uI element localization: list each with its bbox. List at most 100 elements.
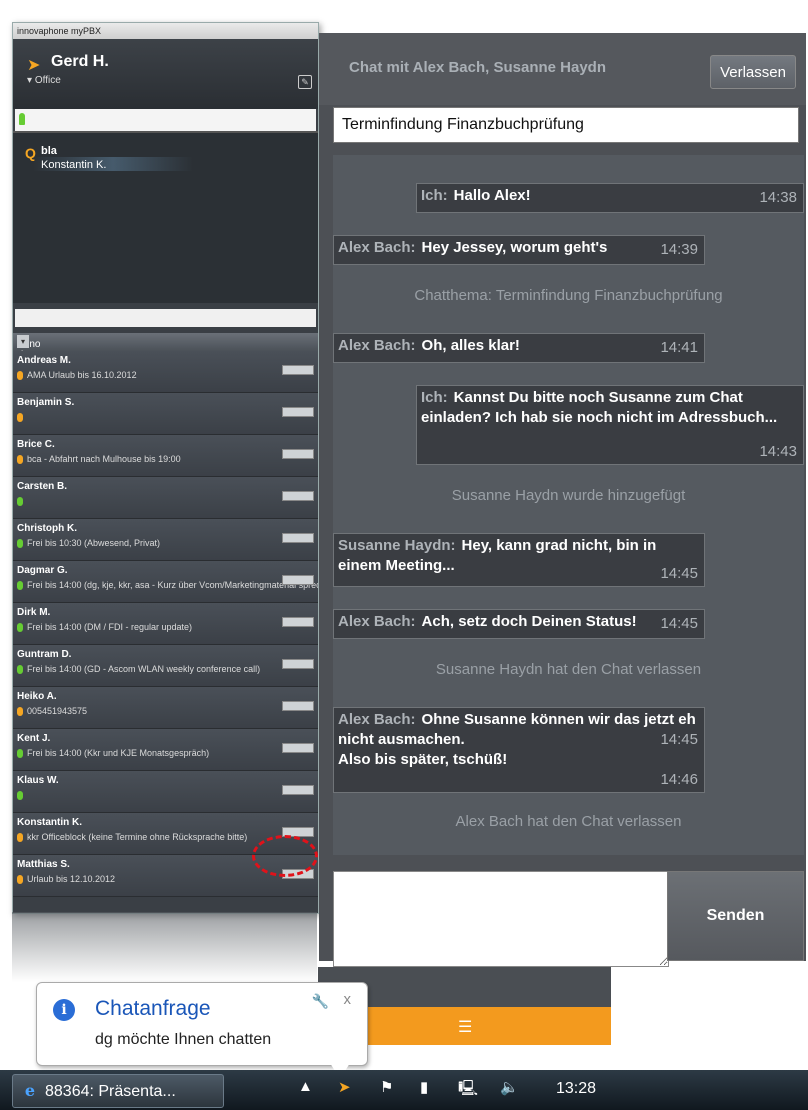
contact-status: Frei bis 10:30 (Abwesend, Privat): [17, 538, 161, 549]
presence-icon: [17, 875, 23, 885]
message-text: Also bis später, tschüß!: [338, 751, 508, 768]
chat-topic-input[interactable]: [333, 107, 799, 143]
message-sender: Alex Bach:: [338, 613, 416, 630]
info-icon: i: [53, 999, 75, 1021]
message-text: Ach, setz doch Deinen Status!: [421, 613, 637, 630]
contact-status-text: Frei bis 14:00 (DM / FDI - regular updat…: [27, 622, 193, 632]
contact-status-text: kkr Officeblock (keine Termine ohne Rück…: [27, 832, 248, 842]
close-icon[interactable]: x: [344, 991, 352, 1008]
message-sender: Alex Bach:: [338, 337, 416, 354]
message-sender: Susanne Haydn:: [338, 537, 456, 554]
system-message: Susanne Haydn hat den Chat verlassen: [435, 661, 702, 678]
presence-indicator: [282, 365, 314, 375]
contact-row[interactable]: Klaus W.: [13, 771, 318, 813]
edit-icon[interactable]: ✎: [298, 75, 312, 89]
contact-status-text: bca - Abfahrt nach Mulhouse bis 19:00: [27, 454, 181, 464]
message-time: 14:46: [660, 771, 698, 788]
contact-search-input[interactable]: [15, 309, 316, 327]
notification-balloon[interactable]: i Chatanfrage dg möchte Ihnen chatten 🔧 …: [36, 982, 368, 1066]
clock[interactable]: 13:28: [556, 1080, 596, 1098]
contact-row[interactable]: Guntram D. Frei bis 14:00 (GD - Ascom WLA…: [13, 645, 318, 687]
mypbx-tray-icon[interactable]: ➤: [338, 1078, 351, 1096]
contact-row[interactable]: Benjamin S.: [13, 393, 318, 435]
contact-status: Frei bis 14:00 (dg, kje, kkr, asa - Kurz…: [17, 580, 319, 591]
contact-status: Frei bis 14:00 (GD - Ascom WLAN weekly c…: [17, 664, 261, 675]
leave-button[interactable]: Verlassen: [710, 55, 796, 89]
contact-status: [17, 496, 27, 507]
contact-name: Matthias S.: [17, 859, 70, 870]
contact-name: Kent J.: [17, 733, 51, 744]
contact-status-text: Frei bis 14:00 (Kkr und KJE Monatsgesprä…: [27, 748, 210, 758]
contact-row[interactable]: Dagmar G. Frei bis 14:00 (dg, kje, kkr, a…: [13, 561, 318, 603]
user-location[interactable]: ▾ Office: [27, 75, 61, 86]
message-time: 14:45: [660, 731, 698, 748]
chevron-down-icon[interactable]: ▾: [17, 335, 29, 348]
contact-name: Heiko A.: [17, 691, 57, 702]
contact-status: kkr Officeblock (keine Termine ohne Rück…: [17, 832, 248, 843]
chat-message: Ich: Hallo Alex! 14:38: [416, 183, 804, 213]
message-compose-input[interactable]: [333, 871, 669, 967]
presence-status-input[interactable]: [15, 109, 316, 131]
show-hidden-icons-icon[interactable]: ▲: [298, 1078, 313, 1095]
message-text: Oh, alles klar!: [421, 337, 520, 354]
contact-status-text: Frei bis 10:30 (Abwesend, Privat): [27, 538, 161, 548]
contact-name: Carsten B.: [17, 481, 68, 492]
contact-name: Benjamin S.: [17, 397, 75, 408]
contact-status: [17, 412, 27, 423]
contact-status-text: AMA Urlaub bis 16.10.2012: [27, 370, 137, 380]
presence-indicator: [282, 659, 314, 669]
contact-group-header[interactable]: ▾ Inno intern ▾: [13, 333, 318, 361]
presence-indicator: [282, 407, 314, 417]
presence-indicator: [282, 785, 314, 795]
contact-row[interactable]: Kent J. Frei bis 14:00 (Kkr und KJE Monat…: [13, 729, 318, 771]
message-sender: Alex Bach:: [338, 239, 416, 256]
message-time: 14:41: [660, 339, 698, 356]
presence-indicator: [282, 701, 314, 711]
contact-status-text: Urlaub bis 12.10.2012: [27, 874, 116, 884]
presence-indicator: [282, 617, 314, 627]
taskbar-item-browser[interactable]: e 88364: Präsenta...: [12, 1074, 224, 1108]
contact-row[interactable]: Brice C. bca - Abfahrt nach Mulhouse bis …: [13, 435, 318, 477]
internet-explorer-icon: e: [24, 1081, 36, 1100]
presence-indicator: [282, 575, 314, 585]
conversation-contact: Konstantin K.: [41, 159, 107, 171]
user-header: ➤ Gerd H. ▾ Office ✎: [13, 39, 318, 109]
power-icon[interactable]: ▮: [420, 1078, 428, 1096]
chat-message: Alex Bach: Ach, setz doch Deinen Status! 1…: [333, 609, 705, 639]
contact-row[interactable]: Andreas M. AMA Urlaub bis 16.10.2012: [13, 351, 318, 393]
message-list[interactable]: Ich: Hallo Alex! 14:38 Alex Bach: Hey Jessey…: [333, 155, 804, 855]
taskbar: e 88364: Präsenta... ▲ ➤ ⚑ ▮ 🖳 🔈 13:28: [0, 1070, 808, 1110]
contact-status: Urlaub bis 12.10.2012: [17, 874, 116, 885]
contact-name: Konstantin K.: [17, 817, 82, 828]
action-center-flag-icon[interactable]: ⚑: [380, 1078, 393, 1096]
contact-row[interactable]: Heiko A. 005451943575: [13, 687, 318, 729]
contact-status-text: Frei bis 14:00 (dg, kje, kkr, asa - Kurz…: [27, 580, 319, 590]
conversation-panel[interactable]: Q bla Konstantin K.: [13, 131, 318, 303]
message-text: Hey Jessey, worum geht's: [421, 239, 608, 256]
contact-status-text: Frei bis 14:00 (GD - Ascom WLAN weekly c…: [27, 664, 261, 674]
contact-name: Dagmar G.: [17, 565, 68, 576]
wrench-icon[interactable]: 🔧: [312, 993, 329, 1010]
volume-icon[interactable]: 🔈: [500, 1078, 519, 1096]
contact-status: [17, 790, 27, 801]
contact-list: Andreas M. AMA Urlaub bis 16.10.2012 Benja…: [13, 351, 318, 897]
message-time: 14:43: [759, 443, 797, 460]
list-icon[interactable]: ☰: [458, 1017, 472, 1037]
message-text: Hallo Alex!: [453, 187, 531, 204]
system-message: Susanne Haydn wurde hinzugefügt: [451, 487, 686, 504]
system-message: Chatthema: Terminfindung Finanzbuchprüfu…: [414, 287, 723, 304]
contact-row[interactable]: Dirk M. Frei bis 14:00 (DM / FDI - regula…: [13, 603, 318, 645]
contact-row[interactable]: Christoph K. Frei bis 10:30 (Abwesend, Pr…: [13, 519, 318, 561]
presence-green-icon: [19, 113, 25, 125]
presence-icon: [17, 833, 23, 843]
contact-row[interactable]: Carsten B.: [13, 477, 318, 519]
presence-indicator: [282, 743, 314, 753]
contact-name: Christoph K.: [17, 523, 77, 534]
message-time: 14:38: [759, 189, 797, 206]
conversation-topic: bla: [41, 145, 57, 157]
chat-message: Alex Bach: Hey Jessey, worum geht's 14:39: [333, 235, 705, 265]
notification-message: dg möchte Ihnen chatten: [95, 1031, 272, 1048]
send-button[interactable]: Senden: [667, 871, 804, 961]
network-icon[interactable]: 🖳: [458, 1078, 478, 1103]
notification-title: Chatanfrage: [95, 997, 211, 1020]
